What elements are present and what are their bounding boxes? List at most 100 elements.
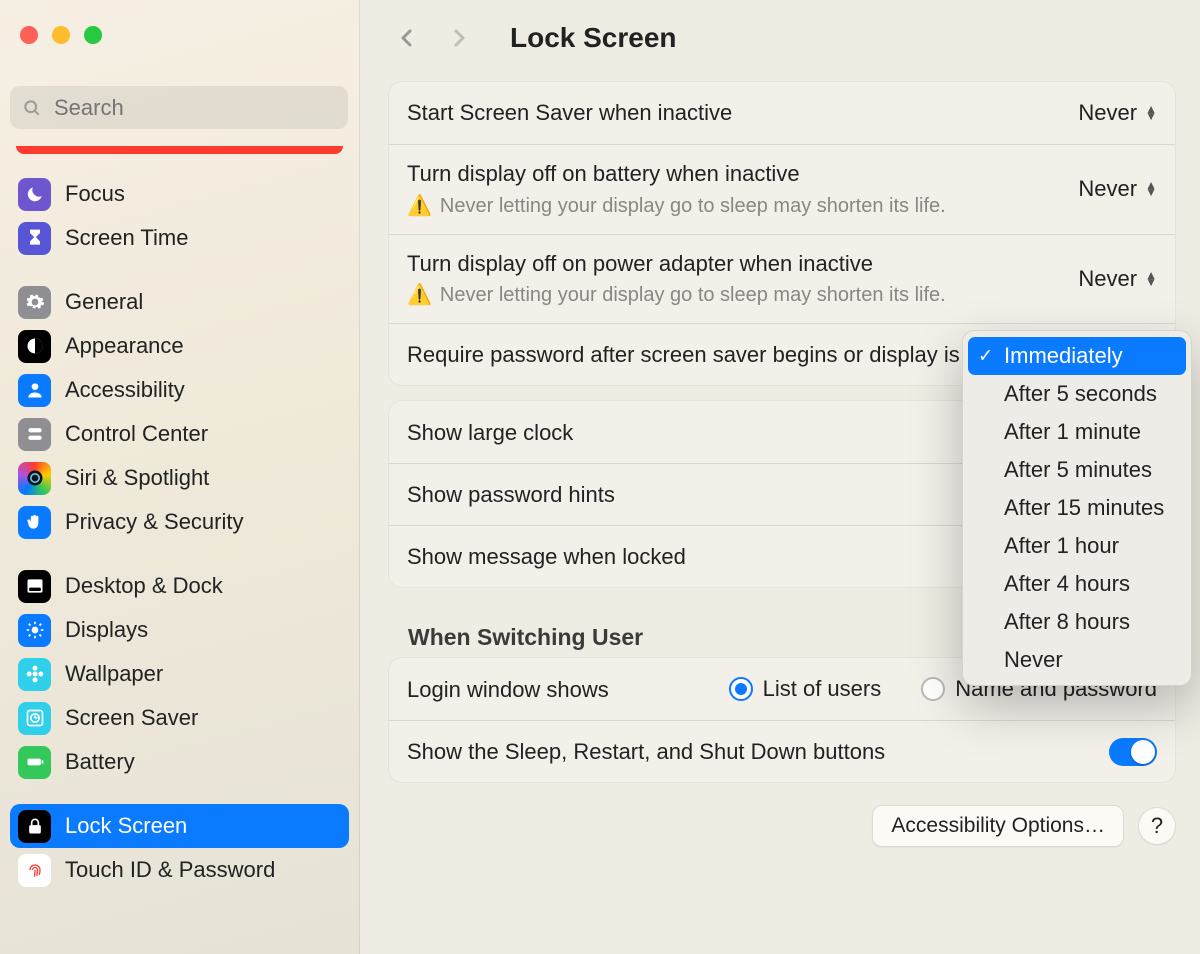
sidebar-item-label: Siri & Spotlight	[65, 465, 209, 491]
sleep-buttons-toggle[interactable]	[1109, 738, 1157, 766]
lock-icon	[18, 810, 51, 843]
window-controls	[20, 26, 102, 44]
chevron-left-icon	[395, 26, 419, 50]
menu-item-immediately[interactable]: ✓ Immediately	[968, 337, 1186, 375]
checkmark-icon: ✓	[978, 346, 993, 367]
sidebar-item-accessibility[interactable]: Accessibility	[10, 368, 349, 412]
sidebar-item-label: Touch ID & Password	[65, 857, 275, 883]
radio-label: List of users	[763, 676, 882, 702]
stepper-icon: ▲▼	[1145, 182, 1157, 196]
menu-item-label: After 5 seconds	[1004, 381, 1157, 406]
sidebar-item-touchid[interactable]: Touch ID & Password	[10, 848, 349, 892]
radio-dot-icon	[729, 677, 753, 701]
sleep-buttons-label: Show the Sleep, Restart, and Shut Down b…	[407, 737, 1109, 767]
menu-item-label: After 1 minute	[1004, 419, 1141, 444]
moon-icon	[18, 178, 51, 211]
sidebar-item-wallpaper[interactable]: Wallpaper	[10, 652, 349, 696]
row-label: Turn display off on battery when inactiv…	[407, 159, 1058, 189]
close-window-button[interactable]	[20, 26, 38, 44]
sidebar: Focus Screen Time General Appearance Accessi…	[0, 0, 360, 954]
sidebar-item-label: Battery	[65, 749, 135, 775]
sidebar-item-label: Displays	[65, 617, 148, 643]
minimize-window-button[interactable]	[52, 26, 70, 44]
person-icon	[18, 374, 51, 407]
stepper-icon: ▲▼	[1145, 272, 1157, 286]
sidebar-item-label: Control Center	[65, 421, 208, 447]
back-button[interactable]	[388, 19, 426, 57]
sidebar-list[interactable]: Focus Screen Time General Appearance Accessi…	[0, 146, 359, 954]
contrast-icon	[18, 330, 51, 363]
sidebar-item-screensaver[interactable]: Screen Saver	[10, 696, 349, 740]
battery-icon	[18, 746, 51, 779]
sidebar-item-screentime[interactable]: Screen Time	[10, 216, 349, 260]
page-title: Lock Screen	[510, 22, 677, 54]
row-screensaver_inactive: Start Screen Saver when inactive Never ▲▼	[389, 82, 1175, 144]
menu-item-label: After 4 hours	[1004, 571, 1130, 596]
menu-item-after-5-minutes[interactable]: After 5 minutes	[968, 451, 1186, 489]
row-display_off_power: Turn display off on power adapter when i…	[389, 234, 1175, 324]
popup-value: Never	[1078, 100, 1137, 126]
sidebar-item-label: Desktop & Dock	[65, 573, 223, 599]
sidebar-item-label: Focus	[65, 181, 125, 207]
popup-display_off_power[interactable]: Never▲▼	[1078, 266, 1157, 292]
sidebar-item-lockscreen[interactable]: Lock Screen	[10, 804, 349, 848]
row-label: Start Screen Saver when inactive	[407, 98, 1058, 128]
dock-icon	[18, 570, 51, 603]
hourglass-icon	[18, 222, 51, 255]
menu-item-label: After 15 minutes	[1004, 495, 1164, 520]
sidebar-item-desktop[interactable]: Desktop & Dock	[10, 564, 349, 608]
menu-item-after-1-hour[interactable]: After 1 hour	[968, 527, 1186, 565]
sidebar-item-label: Privacy & Security	[65, 509, 244, 535]
require-password-menu[interactable]: ✓ Immediately After 5 seconds After 1 minut…	[962, 330, 1192, 686]
sleep-buttons-row: Show the Sleep, Restart, and Shut Down b…	[389, 720, 1175, 782]
menu-item-after-15-minutes[interactable]: After 15 minutes	[968, 489, 1186, 527]
menu-item-after-8-hours[interactable]: After 8 hours	[968, 603, 1186, 641]
sidebar-item-label: Appearance	[65, 333, 184, 359]
warning-icon: ⚠️	[407, 282, 432, 309]
accessibility-options-button[interactable]: Accessibility Options…	[872, 805, 1124, 847]
warning-icon: ⚠️	[407, 193, 432, 220]
row-label: Turn display off on power adapter when i…	[407, 249, 1058, 279]
search-input[interactable]	[52, 94, 344, 122]
menu-item-label: Immediately	[1004, 343, 1123, 368]
warning-label: Never letting your display go to sleep m…	[440, 193, 946, 220]
menu-item-after-4-hours[interactable]: After 4 hours	[968, 565, 1186, 603]
sidebar-item-siri[interactable]: Siri & Spotlight	[10, 456, 349, 500]
popup-screensaver_inactive[interactable]: Never ▲▼	[1078, 100, 1157, 126]
sidebar-item-privacy[interactable]: Privacy & Security	[10, 500, 349, 544]
footer-buttons: Accessibility Options… ?	[388, 805, 1176, 847]
zoom-window-button[interactable]	[84, 26, 102, 44]
menu-item-never[interactable]: Never	[968, 641, 1186, 679]
chevron-right-icon	[447, 26, 471, 50]
sidebar-item-label: Accessibility	[65, 377, 185, 403]
sidebar-item-label: Wallpaper	[65, 661, 163, 687]
row-display_off_battery: Turn display off on battery when inactiv…	[389, 144, 1175, 234]
sidebar-item-controlcenter[interactable]: Control Center	[10, 412, 349, 456]
sidebar-item-battery[interactable]: Battery	[10, 740, 349, 784]
warning-text: ⚠️ Never letting your display go to sleep…	[407, 282, 1058, 309]
sidebar-item-displays[interactable]: Displays	[10, 608, 349, 652]
sidebar-item-label: General	[65, 289, 143, 315]
menu-item-after-1-minute[interactable]: After 1 minute	[968, 413, 1186, 451]
warning-label: Never letting your display go to sleep m…	[440, 282, 946, 309]
siri-icon	[18, 462, 51, 495]
sidebar-item-label: Lock Screen	[65, 813, 187, 839]
gear-icon	[18, 286, 51, 319]
sidebar-item-label: Screen Saver	[65, 705, 198, 731]
menu-item-label: After 1 hour	[1004, 533, 1119, 558]
radio-dot-icon	[921, 677, 945, 701]
help-button[interactable]: ?	[1138, 807, 1176, 845]
switches-icon	[18, 418, 51, 451]
sidebar-item-general[interactable]: General	[10, 280, 349, 324]
stepper-icon: ▲▼	[1145, 106, 1157, 120]
sidebar-item-appearance[interactable]: Appearance	[10, 324, 349, 368]
sidebar-partial-item[interactable]	[16, 146, 343, 154]
sun-icon	[18, 614, 51, 647]
menu-item-after-5-seconds[interactable]: After 5 seconds	[968, 375, 1186, 413]
forward-button[interactable]	[440, 19, 478, 57]
radio-list-of-users[interactable]: List of users	[729, 676, 882, 702]
popup-display_off_battery[interactable]: Never▲▼	[1078, 176, 1157, 202]
sidebar-item-focus[interactable]: Focus	[10, 172, 349, 216]
search-field[interactable]	[10, 86, 348, 129]
fingerprint-icon	[18, 854, 51, 887]
